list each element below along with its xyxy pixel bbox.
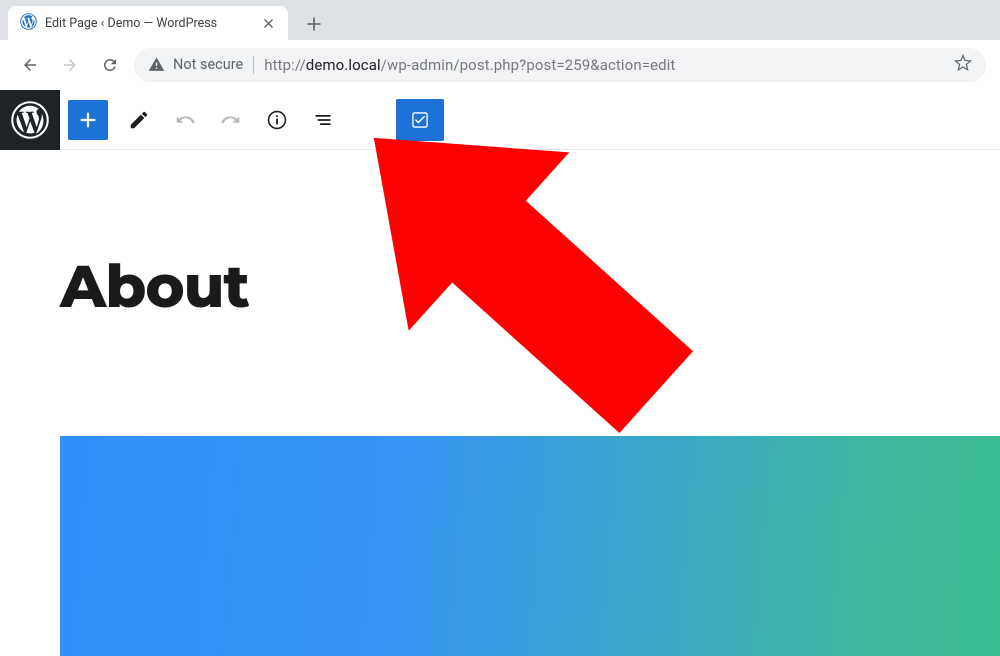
url-path: /wp-admin/post.php?post=259&action=edit (381, 56, 676, 74)
undo-button[interactable] (164, 99, 206, 141)
url-text: http://demo.local/wp-admin/post.php?post… (264, 56, 675, 74)
bookmark-star-icon[interactable] (954, 54, 972, 76)
reload-button[interactable] (94, 49, 126, 81)
list-view-button[interactable] (302, 99, 344, 141)
redo-button[interactable] (210, 99, 252, 141)
address-bar[interactable]: Not secure http://demo.local/wp-admin/po… (134, 48, 986, 82)
url-host: demo.local (306, 56, 381, 74)
edit-tools-button[interactable] (118, 99, 160, 141)
wordpress-favicon (20, 13, 37, 34)
add-block-button[interactable] (68, 100, 108, 140)
back-button[interactable] (14, 49, 46, 81)
gradient-cover-block[interactable] (60, 436, 1000, 656)
info-button[interactable] (256, 99, 298, 141)
page-title[interactable]: About (60, 250, 249, 322)
new-tab-button[interactable] (300, 10, 328, 38)
security-label: Not secure (173, 56, 243, 73)
browser-tab[interactable]: Edit Page ‹ Demo — WordPress (8, 6, 288, 40)
browser-address-row: Not secure http://demo.local/wp-admin/po… (0, 40, 1000, 90)
editor-toolbar (60, 90, 1000, 150)
separator (253, 56, 254, 74)
editor-main: About (60, 90, 1000, 594)
primary-action-button[interactable] (396, 99, 444, 141)
url-protocol: http:// (264, 56, 306, 74)
editor-canvas[interactable]: About (60, 150, 1000, 594)
close-tab-icon[interactable] (260, 15, 276, 31)
tab-title-text: Edit Page ‹ Demo — WordPress (45, 16, 252, 31)
wordpress-editor: About (0, 90, 1000, 594)
wordpress-logo-button[interactable] (0, 90, 60, 150)
browser-tab-strip: Edit Page ‹ Demo — WordPress (0, 0, 1000, 40)
forward-button[interactable] (54, 49, 86, 81)
security-status[interactable]: Not secure (148, 56, 243, 73)
